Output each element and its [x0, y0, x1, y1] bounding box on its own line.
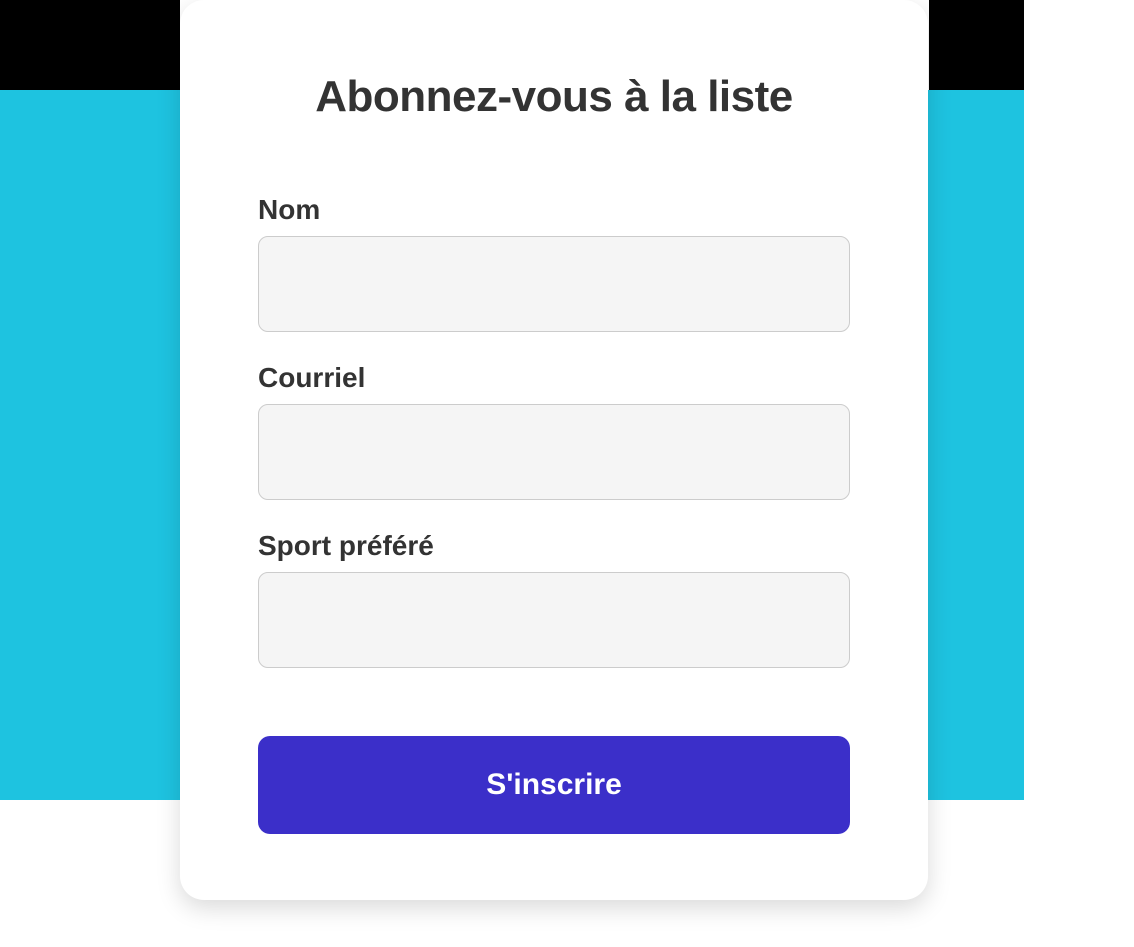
email-label: Courriel	[258, 362, 850, 394]
form-title: Abonnez-vous à la liste	[258, 72, 850, 122]
signup-form-card: Abonnez-vous à la liste Nom Courriel Spo…	[180, 0, 928, 900]
submit-button[interactable]: S'inscrire	[258, 736, 850, 834]
background-black-right	[929, 0, 1024, 90]
name-label: Nom	[258, 194, 850, 226]
sport-field-group: Sport préféré	[258, 530, 850, 668]
email-field-group: Courriel	[258, 362, 850, 500]
email-input[interactable]	[258, 404, 850, 500]
sport-label: Sport préféré	[258, 530, 850, 562]
sport-input[interactable]	[258, 572, 850, 668]
background-black-left	[0, 0, 180, 90]
name-field-group: Nom	[258, 194, 850, 332]
name-input[interactable]	[258, 236, 850, 332]
